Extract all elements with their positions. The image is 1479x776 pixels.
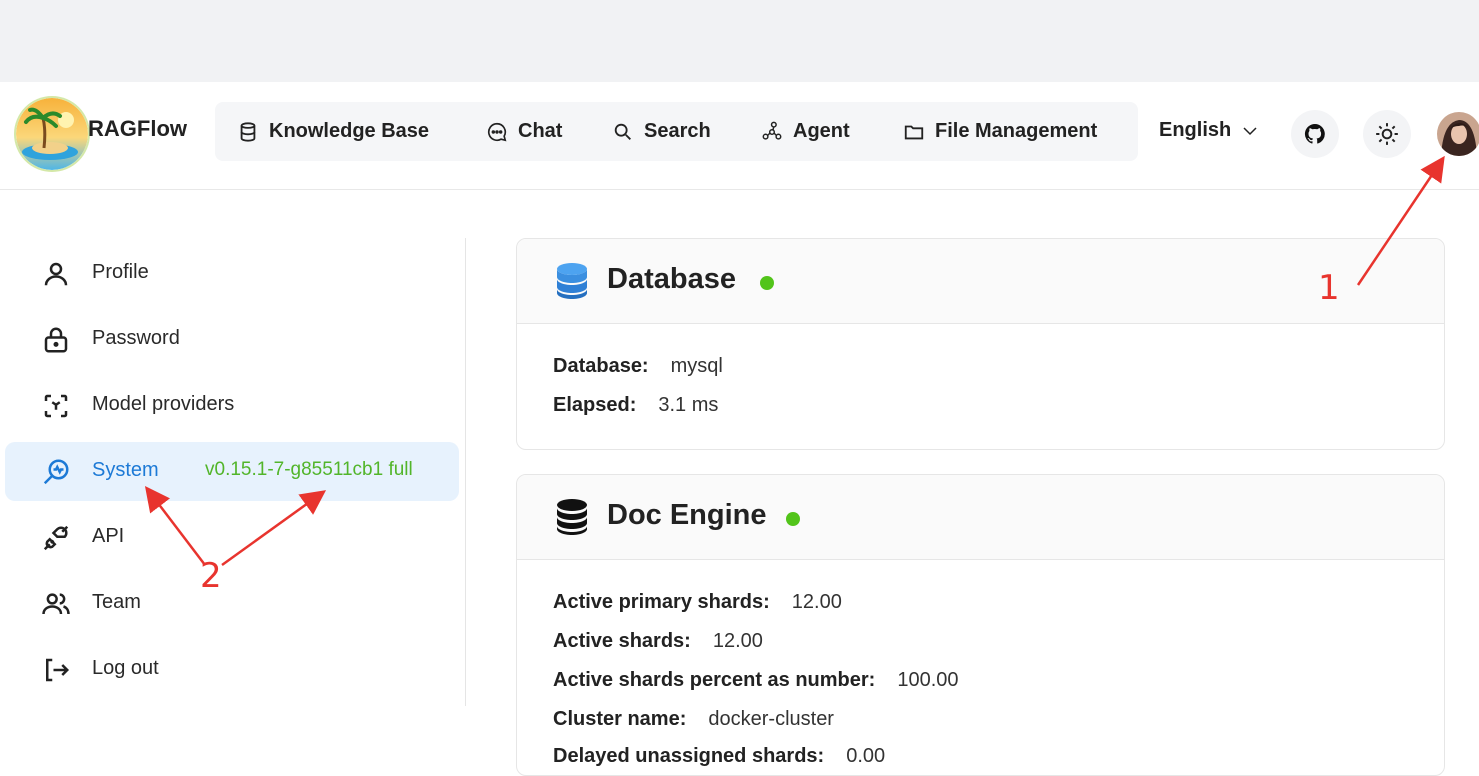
sidebar-item-label: Log out bbox=[92, 657, 159, 679]
database-status-dot bbox=[760, 276, 774, 290]
chat-bubble-icon bbox=[487, 122, 507, 141]
settings-sidebar: Profile Password Model providers System … bbox=[0, 190, 465, 710]
version-label: v0.15.1-7-g85511cb1 full bbox=[205, 459, 413, 480]
ragflow-logo[interactable] bbox=[16, 98, 88, 170]
database-title: Database bbox=[607, 263, 736, 295]
nav-label: Knowledge Base bbox=[269, 120, 430, 142]
sidebar-item-profile[interactable]: Profile bbox=[5, 244, 459, 303]
model-box-icon bbox=[44, 394, 68, 418]
system-monitor-icon bbox=[43, 459, 69, 485]
sidebar-item-label: Team bbox=[92, 591, 141, 613]
github-icon bbox=[1304, 123, 1325, 144]
team-icon bbox=[42, 593, 70, 615]
lock-icon bbox=[44, 327, 68, 353]
github-button[interactable] bbox=[1291, 110, 1339, 158]
database-icon bbox=[240, 121, 256, 142]
user-avatar[interactable] bbox=[1437, 112, 1479, 156]
doc-engine-card: Doc Engine Active primary shards: 12.00 A… bbox=[516, 474, 1445, 776]
browser-top-area bbox=[0, 0, 1479, 82]
main-nav: Knowledge Base Chat Search Agent File Ma… bbox=[215, 102, 1138, 161]
sidebar-item-label: System bbox=[92, 459, 159, 481]
nav-chat[interactable]: Chat bbox=[486, 102, 562, 161]
nav-file-management[interactable]: File Management bbox=[903, 102, 1097, 161]
sidebar-item-password[interactable]: Password bbox=[5, 310, 459, 369]
database-card: Database Database: mysql Elapsed: 3.1 ms bbox=[516, 238, 1445, 450]
language-selector[interactable]: English bbox=[1159, 119, 1259, 142]
sidebar-item-label: Model providers bbox=[92, 393, 235, 415]
sidebar-item-label: Profile bbox=[92, 261, 149, 283]
doc-engine-row: Active shards percent as number: 100.00 bbox=[553, 669, 959, 691]
nav-knowledge-base[interactable]: Knowledge Base bbox=[237, 102, 429, 161]
database-solid-icon bbox=[557, 499, 587, 535]
doc-engine-row: Active shards: 12.00 bbox=[553, 630, 763, 652]
language-label: English bbox=[1159, 119, 1232, 141]
top-header: RAGFlow Knowledge Base Chat Search Agent… bbox=[0, 82, 1479, 190]
nav-label: Agent bbox=[793, 120, 850, 142]
database-row: Elapsed: 3.1 ms bbox=[553, 394, 719, 416]
doc-engine-row: Delayed unassigned shards: 0.00 bbox=[553, 745, 886, 767]
doc-engine-title: Doc Engine bbox=[607, 499, 767, 531]
doc-engine-row: Cluster name: docker-cluster bbox=[553, 708, 834, 730]
brand-name: RAGFlow bbox=[88, 116, 187, 141]
database-row: Database: mysql bbox=[553, 355, 723, 377]
folder-icon bbox=[904, 125, 924, 139]
database-card-header: Database bbox=[517, 239, 1444, 324]
sidebar-item-logout[interactable]: Log out bbox=[5, 640, 459, 699]
annotation-label-2: 2 bbox=[200, 556, 222, 596]
chevron-down-icon bbox=[1243, 126, 1257, 135]
sidebar-item-label: Password bbox=[92, 327, 180, 349]
sidebar-item-model-providers[interactable]: Model providers bbox=[5, 376, 459, 435]
nav-label: File Management bbox=[935, 120, 1098, 142]
plug-icon bbox=[43, 525, 69, 551]
doc-engine-status-dot bbox=[786, 512, 800, 526]
nav-agent[interactable]: Agent bbox=[761, 102, 850, 161]
database-stack-icon bbox=[557, 263, 587, 299]
nav-label: Chat bbox=[518, 120, 563, 142]
logout-icon bbox=[46, 658, 70, 682]
search-icon bbox=[614, 123, 631, 140]
doc-engine-card-header: Doc Engine bbox=[517, 475, 1444, 560]
doc-engine-row: Active primary shards: 12.00 bbox=[553, 591, 842, 613]
nav-label: Search bbox=[644, 120, 711, 142]
sidebar-item-label: API bbox=[92, 525, 125, 547]
theme-toggle-button[interactable] bbox=[1363, 110, 1411, 158]
sidebar-divider bbox=[465, 238, 466, 706]
annotation-label-1: 1 bbox=[1318, 268, 1340, 308]
sidebar-item-team[interactable]: Team bbox=[5, 574, 459, 633]
sidebar-item-api[interactable]: API bbox=[5, 508, 459, 567]
nav-search[interactable]: Search bbox=[612, 102, 711, 161]
agent-graph-icon bbox=[762, 121, 782, 140]
sun-icon bbox=[1376, 123, 1398, 145]
user-icon bbox=[44, 262, 68, 286]
sidebar-item-system[interactable]: System v0.15.1-7-g85511cb1 full bbox=[5, 442, 459, 501]
